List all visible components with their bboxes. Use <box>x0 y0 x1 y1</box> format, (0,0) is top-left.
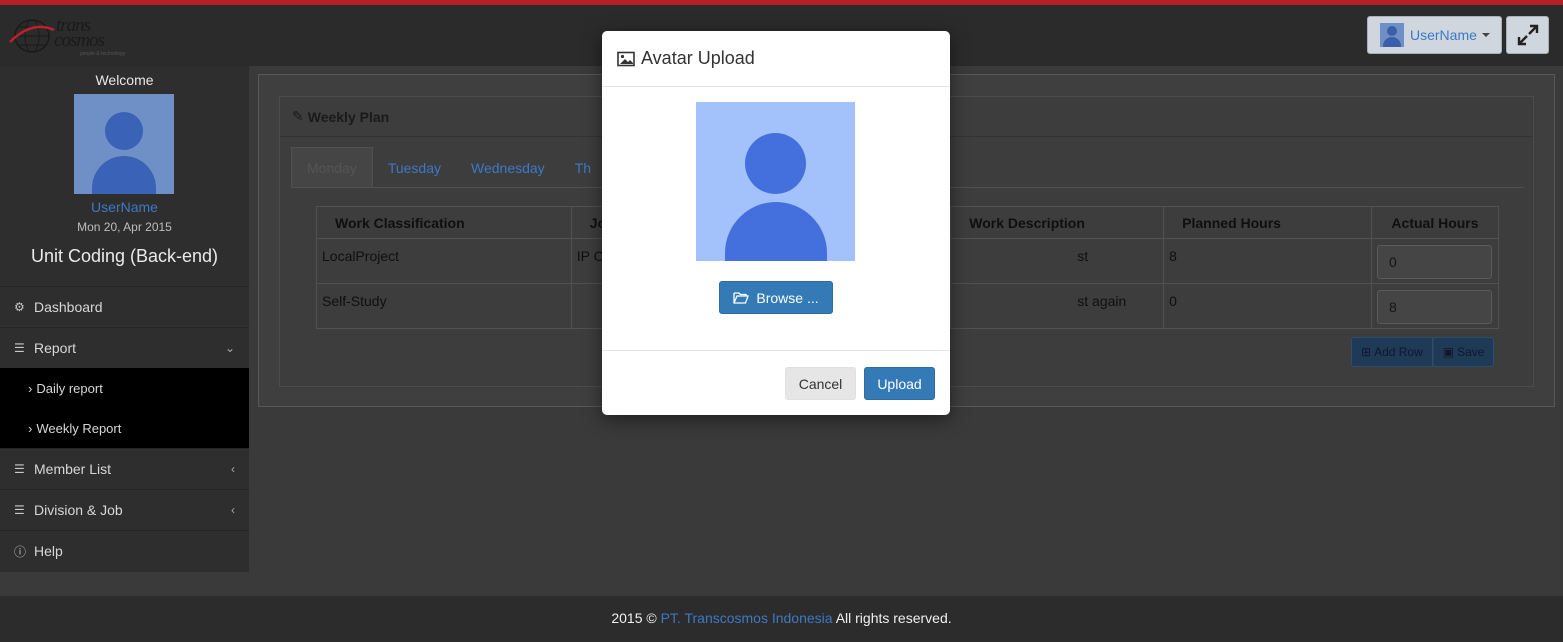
profile-date: Mon 20, Apr 2015 <box>77 220 172 234</box>
user-menu-button[interactable]: UserName <box>1367 16 1502 54</box>
day-tabs: Monday Tuesday Wednesday Th <box>291 147 606 188</box>
caret-down-icon <box>1481 33 1490 37</box>
sidebar-item-label: Dashboard <box>34 299 103 315</box>
user-menu-label: UserName <box>1410 27 1477 43</box>
dashboard-icon: ⚙ <box>14 300 25 314</box>
profile-unit: Unit Coding (Back-end) <box>30 246 219 266</box>
image-icon <box>617 51 635 67</box>
save-button[interactable]: ▣ Save <box>1432 337 1495 367</box>
tab-tuesday[interactable]: Tuesday <box>373 147 456 188</box>
profile-avatar[interactable] <box>74 94 174 194</box>
globe-icon <box>9 19 55 53</box>
sidebar-item-label: Help <box>34 543 63 559</box>
sidebar-item-help[interactable]: ⓘ Help <box>0 530 249 571</box>
cell-actual-hours <box>1370 238 1500 284</box>
plus-square-icon: ⊞ <box>1361 345 1372 359</box>
list-icon: ☰ <box>14 341 25 355</box>
cell-actual-hours <box>1370 283 1500 329</box>
sidebar-item-division-job[interactable]: ☰ Division & Job ‹ <box>0 489 249 530</box>
list-icon: ☰ <box>14 462 25 476</box>
add-row-label: Add Row <box>1374 345 1423 359</box>
welcome-label: Welcome <box>95 72 154 88</box>
sidebar-subitem-daily-report[interactable]: › Daily report <box>0 368 249 408</box>
floppy-disk-icon: ▣ <box>1442 345 1455 359</box>
edit-icon: ✎ <box>292 108 304 124</box>
cancel-button[interactable]: Cancel <box>785 367 856 400</box>
chevron-right-icon: › <box>28 420 33 436</box>
avatar-upload-modal: Avatar Upload Browse ... Cancel Upload <box>602 31 950 415</box>
table-actions: ⊞ Add Row ▣ Save <box>1351 337 1495 367</box>
sidebar-menu: ⚙ Dashboard ☰ Report ⌄ › Daily report › … <box>0 286 249 571</box>
tab-monday[interactable]: Monday <box>291 147 373 188</box>
chevron-down-icon: ⌄ <box>224 341 235 355</box>
sidebar-item-label: Report <box>34 340 77 356</box>
expand-icon <box>1517 24 1538 46</box>
upload-button[interactable]: Upload <box>864 367 935 400</box>
browse-button[interactable]: Browse ... <box>719 281 833 314</box>
sidebar-item-dashboard[interactable]: ⚙ Dashboard <box>0 286 249 327</box>
cell-classification: Self-Study <box>316 283 572 329</box>
fullscreen-button[interactable] <box>1506 16 1549 54</box>
save-label: Save <box>1457 345 1485 359</box>
actual-hours-input[interactable] <box>1376 245 1492 279</box>
sidebar-item-report[interactable]: ☰ Report ⌄ <box>0 327 249 368</box>
chevron-left-icon: ‹ <box>231 503 235 517</box>
column-header: Actual Hours <box>1370 206 1500 239</box>
cell-classification: LocalProject <box>316 238 572 284</box>
modal-title: Avatar Upload <box>641 48 755 68</box>
sidebar-item-label: Division & Job <box>34 502 123 518</box>
footer: 2015 © PT. Transcosmos Indonesia All rig… <box>0 596 1563 642</box>
chevron-right-icon: › <box>28 380 33 396</box>
profile-username[interactable]: UserName <box>0 199 249 215</box>
footer-copyright-suffix: All rights reserved. <box>832 610 952 626</box>
actual-hours-input[interactable] <box>1376 290 1492 324</box>
tab-wednesday[interactable]: Wednesday <box>456 147 560 188</box>
sidebar: Welcome UserName Mon 20, Apr 2015 Unit C… <box>0 66 249 572</box>
sidebar-item-label: Member List <box>34 461 112 477</box>
modal-header: Avatar Upload <box>602 31 950 87</box>
cell-description: st again <box>950 283 1165 329</box>
avatar-preview <box>696 102 855 261</box>
cell-description: st <box>950 238 1165 284</box>
cell-planned-hours: 8 <box>1163 238 1372 284</box>
logo-tagline: people & technology <box>80 51 126 57</box>
folder-open-icon <box>733 291 750 304</box>
sidebar-item-member-list[interactable]: ☰ Member List ‹ <box>0 448 249 489</box>
cell-planned-hours: 0 <box>1163 283 1372 329</box>
add-row-button[interactable]: ⊞ Add Row <box>1351 337 1433 367</box>
column-header: Work Classification <box>316 206 572 239</box>
sidebar-subitem-label: Daily report <box>36 380 103 396</box>
panel-title: Weekly Plan <box>307 108 390 125</box>
footer-company-link[interactable]: PT. Transcosmos Indonesia <box>661 610 833 626</box>
list-icon: ☰ <box>14 503 25 517</box>
user-avatar-icon <box>1380 23 1404 47</box>
sidebar-subitem-label: Weekly Report <box>36 420 122 436</box>
footer-copyright-prefix: 2015 © <box>611 610 661 626</box>
company-logo[interactable]: trans cosmos people & technology <box>8 16 133 61</box>
logo-text-bottom: cosmos <box>54 30 105 51</box>
info-icon: ⓘ <box>14 544 27 559</box>
chevron-left-icon: ‹ <box>231 462 235 476</box>
browse-label: Browse ... <box>756 289 819 306</box>
report-submenu: › Daily report › Weekly Report <box>0 368 249 448</box>
column-header: Planned Hours <box>1163 206 1372 239</box>
column-header: Work Description <box>950 206 1165 239</box>
tab-thursday[interactable]: Th <box>560 147 606 188</box>
sidebar-subitem-weekly-report[interactable]: › Weekly Report <box>0 408 249 448</box>
modal-footer: Cancel Upload <box>602 350 950 415</box>
